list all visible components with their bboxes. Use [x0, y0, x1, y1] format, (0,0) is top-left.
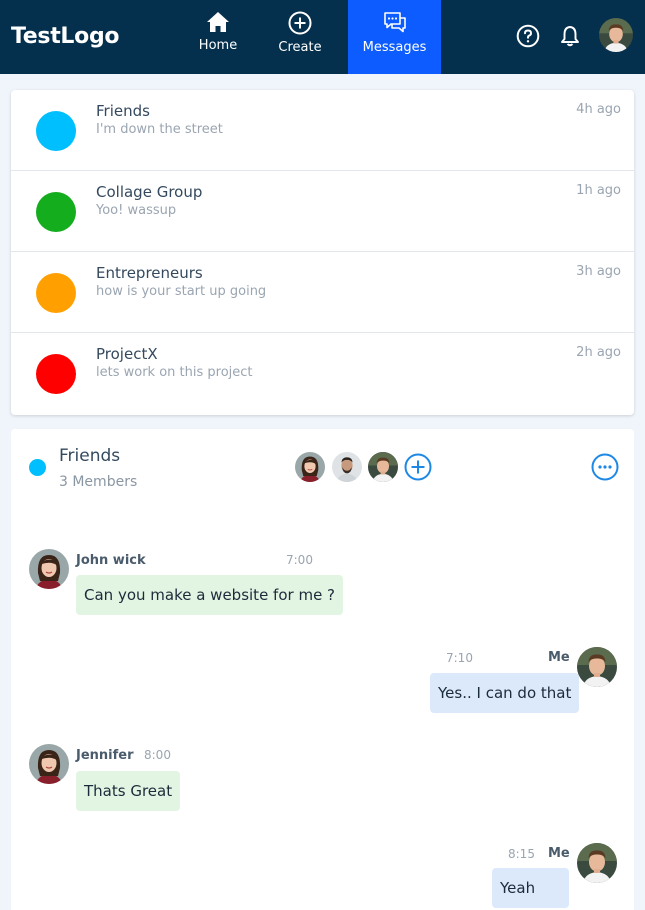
conversation-item[interactable]: Friends I'm down the street 4h ago — [11, 90, 634, 171]
member-avatar[interactable] — [366, 450, 400, 484]
conversation-name: ProjectX — [96, 345, 158, 363]
add-member-icon[interactable] — [404, 453, 432, 481]
nav-messages[interactable]: Messages — [348, 0, 441, 74]
member-avatar[interactable] — [293, 450, 327, 484]
message-bubble: Yes.. I can do that — [430, 673, 580, 713]
logo[interactable]: TestLogo — [11, 24, 120, 49]
conversation-item[interactable]: Collage Group Yoo! wassup 1h ago — [11, 171, 634, 252]
nav-messages-label: Messages — [362, 40, 427, 55]
chat-bubbles-icon — [383, 12, 406, 33]
user-avatar[interactable] — [599, 18, 633, 52]
conversation-time: 2h ago — [576, 345, 621, 360]
conversation-item[interactable]: Entrepreneurs how is your start up going… — [11, 252, 634, 333]
message-bubble: Yeah — [492, 868, 569, 908]
chat-color-dot — [29, 459, 46, 476]
group-color-dot — [36, 273, 76, 313]
conversation-last-message: how is your start up going — [96, 284, 267, 299]
sender-avatar[interactable] — [29, 549, 69, 589]
message-time: 8:00 — [144, 748, 171, 762]
conversation-name: Collage Group — [96, 183, 203, 201]
conversation-last-message: I'm down the street — [96, 122, 223, 137]
message-bubble: Thats Great — [76, 771, 181, 811]
sender-name: Me — [548, 846, 570, 861]
top-navbar: TestLogo Home Create Messages — [0, 0, 645, 74]
sender-name: John wick — [76, 553, 146, 568]
my-avatar[interactable] — [577, 647, 617, 687]
message-time: 7:10 — [446, 651, 473, 665]
group-color-dot — [36, 111, 76, 151]
nav-create[interactable]: Create — [270, 0, 330, 74]
message-time: 7:00 — [286, 553, 313, 567]
conversation-time: 1h ago — [576, 183, 621, 198]
conversation-item[interactable]: ProjectX lets work on this project 2h ag… — [11, 333, 634, 414]
more-options-icon[interactable] — [591, 453, 619, 481]
chat-panel: Friends 3 Members John wick 7:00 Can you… — [11, 429, 634, 910]
sender-avatar[interactable] — [29, 744, 69, 784]
member-avatar[interactable] — [330, 450, 364, 484]
nav-home-label: Home — [198, 38, 238, 53]
help-icon[interactable] — [516, 24, 540, 48]
conversation-time: 4h ago — [576, 102, 621, 117]
home-icon — [207, 12, 229, 32]
nav-create-label: Create — [278, 40, 322, 55]
conversation-list: Friends I'm down the street 4h ago Colla… — [11, 90, 634, 415]
message-bubble: Can you make a website for me ? — [76, 575, 344, 615]
group-color-dot — [36, 354, 76, 394]
sender-name: Jennifer — [76, 748, 134, 763]
group-color-dot — [36, 192, 76, 232]
conversation-last-message: lets work on this project — [96, 365, 253, 380]
conversation-time: 3h ago — [576, 264, 621, 279]
plus-circle-icon — [288, 11, 312, 35]
nav-home[interactable]: Home — [188, 0, 248, 74]
conversation-name: Friends — [96, 102, 150, 120]
conversation-name: Entrepreneurs — [96, 264, 203, 282]
bell-icon[interactable] — [558, 24, 582, 48]
sender-name: Me — [548, 650, 570, 665]
chat-title: Friends — [59, 446, 121, 466]
conversation-last-message: Yoo! wassup — [96, 203, 177, 218]
message-time: 8:15 — [508, 847, 535, 861]
my-avatar[interactable] — [577, 843, 617, 883]
chat-member-count: 3 Members — [59, 474, 138, 490]
